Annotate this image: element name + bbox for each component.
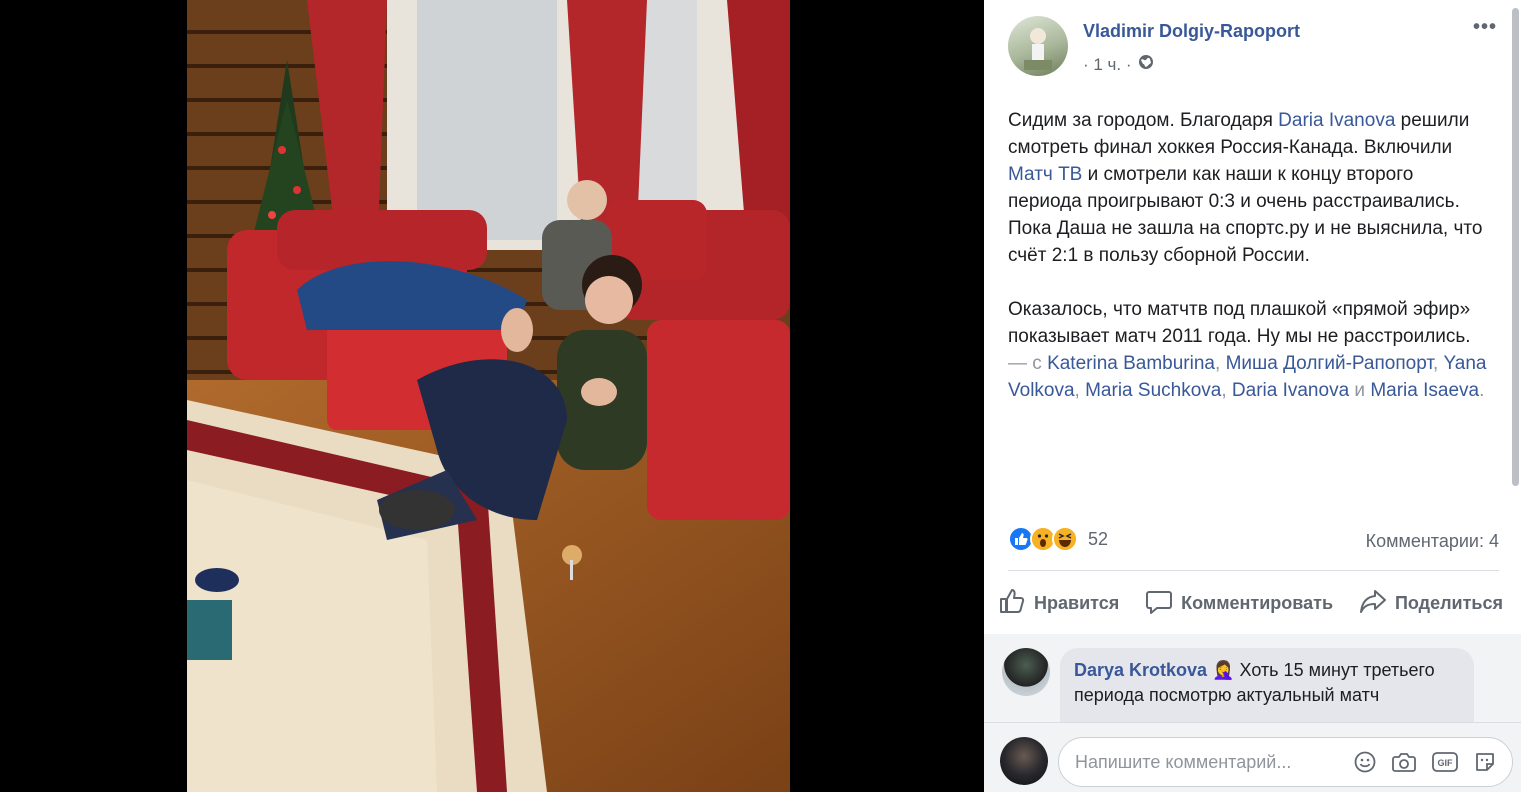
tag-link[interactable]: Daria Ivanova: [1232, 380, 1349, 401]
like-button[interactable]: Нравится: [998, 587, 1119, 620]
page-link[interactable]: Матч ТВ: [1008, 164, 1082, 185]
comment-composer: Напишите комментарий... GIF: [984, 722, 1521, 792]
post-paragraph-2: Оказалось, что матчтв под плашкой «прямо…: [1008, 296, 1488, 404]
composer-icons: GIF: [1354, 751, 1496, 773]
separator: ,: [1215, 353, 1226, 374]
photo-viewer: [0, 0, 984, 792]
camera-icon[interactable]: [1392, 751, 1416, 773]
haha-icon: [1052, 526, 1078, 552]
divider: [1008, 570, 1499, 571]
like-label: Нравится: [1034, 592, 1120, 613]
text-span: Оказалось, что матчтв под плашкой «прямо…: [1008, 299, 1471, 347]
post-time[interactable]: · 1 ч. ·: [1083, 55, 1132, 75]
tag-link[interactable]: Daria Ivanova: [1278, 110, 1395, 131]
tag-link[interactable]: Миша Долгий-Рапопорт: [1226, 353, 1433, 374]
gif-text: GIF: [1438, 758, 1454, 768]
tag-link[interactable]: Maria Suchkova: [1085, 380, 1221, 401]
comment-button[interactable]: Комментировать: [1145, 587, 1333, 620]
comments-count-link[interactable]: Комментарии: 4: [1366, 531, 1499, 552]
sticker-icon[interactable]: [1474, 751, 1496, 773]
post-meta: · 1 ч. ·: [1083, 54, 1154, 75]
emoji-icon[interactable]: [1354, 751, 1376, 773]
separator: ,: [1221, 380, 1232, 401]
commenter-avatar[interactable]: [1002, 648, 1050, 696]
period: .: [1479, 380, 1485, 401]
share-button[interactable]: Поделиться: [1359, 587, 1503, 620]
author-avatar[interactable]: [1008, 16, 1068, 76]
share-label: Поделиться: [1394, 592, 1503, 613]
facepalm-emoji-icon: 🤦‍♀️: [1212, 660, 1235, 680]
post-text: Сидим за городом. Благодаря Daria Ivanov…: [1008, 107, 1488, 431]
reaction-count[interactable]: 52: [1088, 529, 1108, 550]
photo-illustration: [187, 0, 790, 792]
tag-link[interactable]: Maria Isaeva: [1370, 380, 1479, 401]
text-span: Сидим за городом. Благодаря: [1008, 110, 1279, 131]
scrollbar-thumb[interactable]: [1512, 8, 1519, 486]
globe-icon[interactable]: [1138, 54, 1154, 75]
post-author-name[interactable]: Vladimir Dolgiy-Rapoport: [1083, 21, 1300, 42]
tag-link[interactable]: Katerina Bamburina: [1047, 353, 1215, 374]
comment-bubble-icon: [1145, 587, 1173, 620]
post-sidebar: Vladimir Dolgiy-Rapoport · 1 ч. · ••• Си…: [984, 0, 1521, 792]
current-user-avatar: [1000, 737, 1048, 785]
thumbs-up-icon: [998, 587, 1026, 620]
separator: ,: [1074, 380, 1086, 401]
comment-input-placeholder[interactable]: Напишите комментарий...: [1075, 752, 1354, 773]
sidebar-scrollbar[interactable]: [1509, 0, 1521, 490]
post-actions: Нравится Комментировать Поделиться: [998, 584, 1503, 622]
with-text: — с: [1008, 353, 1048, 374]
gif-icon[interactable]: GIF: [1432, 751, 1458, 773]
more-options-button[interactable]: •••: [1473, 16, 1497, 39]
comment-author[interactable]: Darya Krotkova: [1074, 660, 1207, 680]
post-paragraph-1: Сидим за городом. Благодаря Daria Ivanov…: [1008, 107, 1488, 269]
comment-label: Комментировать: [1181, 592, 1334, 613]
comment-input[interactable]: Напишите комментарий... GIF: [1058, 737, 1513, 787]
reactions-summary[interactable]: 52: [1008, 526, 1108, 552]
and-text: и: [1349, 380, 1371, 401]
share-arrow-icon: [1359, 587, 1387, 620]
post-photo[interactable]: [187, 0, 790, 792]
separator: ,: [1432, 353, 1444, 374]
